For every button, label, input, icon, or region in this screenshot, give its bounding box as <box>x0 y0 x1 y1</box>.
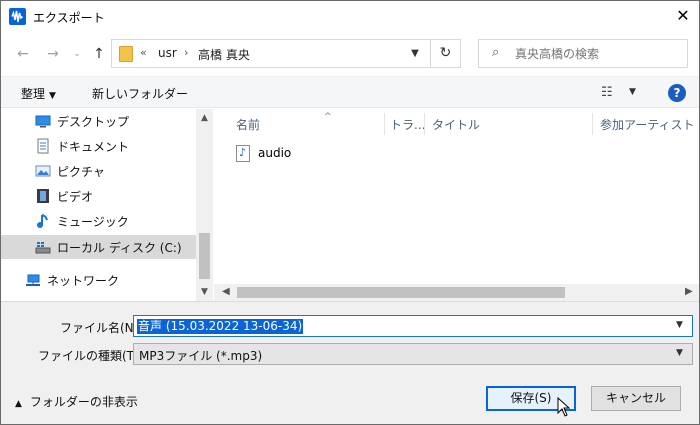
mouse-pointer-icon <box>557 396 571 417</box>
folder-icon <box>119 46 133 62</box>
scroll-up-arrow-icon[interactable]: ▲ <box>196 113 213 123</box>
forward-button[interactable]: → <box>43 43 63 65</box>
search-input[interactable] <box>515 44 680 63</box>
nav-item-desktop[interactable]: デスクトップ <box>1 109 196 133</box>
app-waveform-icon <box>9 8 26 25</box>
nav-pane-scrollbar[interactable]: ▲ ▼ <box>196 109 213 301</box>
document-icon <box>35 138 51 154</box>
file-list-horizontal-scrollbar[interactable]: ◀ ▶ <box>214 284 699 301</box>
pictures-icon <box>35 163 51 179</box>
search-icon: ⌕ <box>492 45 500 60</box>
cancel-button[interactable]: キャンセル <box>591 386 681 411</box>
window-title: エクスポート <box>33 11 105 25</box>
file-list: ^ 名前 トラ... タイトル 参加アーティスト ♪ audio <box>214 109 699 301</box>
close-button[interactable]: ✕ <box>673 6 693 26</box>
sort-ascending-icon: ^ <box>324 112 332 122</box>
breadcrumb-separator: › <box>184 46 189 59</box>
filetype-dropdown-chevron-icon[interactable]: ▼ <box>676 348 683 358</box>
export-dialog: エクスポート ✕ ← → ⌄ ↑ « usr › 高橋 真央 ▼ ↻ ⌕ 整理▼… <box>0 0 700 425</box>
filetype-value: MP3ファイル (*.mp3) <box>139 349 263 363</box>
nav-item-documents[interactable]: ドキュメント <box>1 134 196 158</box>
audio-file-icon: ♪ <box>236 145 250 162</box>
caret-down-icon: ▼ <box>49 91 56 101</box>
up-button[interactable]: ↑ <box>89 43 109 65</box>
breadcrumb-overflow[interactable]: « <box>140 46 147 59</box>
column-header-contributing-artists[interactable]: 参加アーティスト <box>600 116 695 133</box>
title-bar: エクスポート ✕ <box>1 1 699 32</box>
nav-item-pictures[interactable]: ピクチャ <box>1 159 196 183</box>
scroll-down-arrow-icon[interactable]: ▼ <box>196 287 213 297</box>
nav-item-label: ネットワーク <box>47 274 120 288</box>
hide-folders-toggle[interactable]: ▲ フォルダーの非表示 <box>15 393 138 410</box>
column-divider[interactable] <box>424 113 425 135</box>
column-divider[interactable] <box>384 113 385 135</box>
nav-item-label: デスクトップ <box>57 115 130 129</box>
breadcrumb-current-folder[interactable]: 高橋 真央 <box>198 46 250 63</box>
nav-item-videos[interactable]: ビデオ <box>1 184 196 208</box>
video-icon <box>35 188 51 204</box>
address-bar[interactable]: « usr › 高橋 真央 ▼ ↻ <box>111 39 461 68</box>
column-divider[interactable] <box>592 113 593 135</box>
chevron-up-icon: ▲ <box>15 399 22 409</box>
back-button[interactable]: ← <box>13 43 33 65</box>
filetype-label: ファイルの種類(T): <box>38 349 143 363</box>
organize-button[interactable]: 整理 ▼ <box>21 85 56 102</box>
nav-item-local-disk[interactable]: ローカル ディスク (C:) <box>1 235 196 259</box>
command-bar: 整理 ▼ 新しいフォルダー ☷ ▼ ? <box>1 76 699 108</box>
filename-label: ファイル名(N): <box>60 321 143 335</box>
nav-item-music[interactable]: ミュージック <box>1 209 196 233</box>
desktop-icon <box>35 113 51 129</box>
scroll-left-arrow-icon[interactable]: ◀ <box>222 286 230 297</box>
column-header-track[interactable]: トラ... <box>390 116 425 133</box>
scrollbar-thumb[interactable] <box>199 233 210 279</box>
drive-icon <box>35 239 51 255</box>
nav-item-label: ミュージック <box>57 215 129 229</box>
search-box[interactable]: ⌕ <box>478 39 688 68</box>
view-options-icon[interactable]: ☷ <box>601 85 613 100</box>
refresh-button[interactable]: ↻ <box>430 40 460 67</box>
filename-dropdown-chevron-icon[interactable]: ▼ <box>676 320 683 330</box>
address-dropdown-chevron-icon[interactable]: ▼ <box>402 40 428 67</box>
filename-input[interactable]: 音声 (15.03.2022 13-06-34) ▼ <box>133 315 693 337</box>
nav-item-network[interactable]: ネットワーク <box>0 268 186 292</box>
organize-label: 整理 <box>21 87 46 101</box>
music-icon <box>35 213 51 229</box>
nav-item-label: ピクチャ <box>57 165 105 179</box>
column-header-title[interactable]: タイトル <box>432 116 480 133</box>
new-folder-button[interactable]: 新しいフォルダー <box>92 85 188 102</box>
nav-item-label: ビデオ <box>57 190 94 204</box>
filename-value[interactable]: 音声 (15.03.2022 13-06-34) <box>137 319 304 334</box>
scroll-right-arrow-icon[interactable]: ▶ <box>685 286 693 297</box>
column-header-name[interactable]: ^ 名前 <box>236 112 332 133</box>
save-options-panel: ファイル名(N): 音声 (15.03.2022 13-06-34) ▼ ファイ… <box>1 301 699 424</box>
nav-item-label: ローカル ディスク (C:) <box>57 241 182 255</box>
recent-locations-button[interactable]: ⌄ <box>67 43 87 65</box>
nav-item-label: ドキュメント <box>57 140 130 154</box>
horizontal-scrollbar-thumb[interactable] <box>237 287 565 298</box>
filetype-select[interactable]: MP3ファイル (*.mp3) ▼ <box>133 343 693 365</box>
view-caret-down-icon[interactable]: ▼ <box>629 87 636 97</box>
help-button[interactable]: ? <box>668 84 686 102</box>
hide-folders-label: フォルダーの非表示 <box>29 395 138 409</box>
file-name: audio <box>258 146 292 160</box>
network-icon <box>25 272 41 288</box>
breadcrumb-usr[interactable]: usr <box>158 46 177 60</box>
navigation-pane: デスクトップ ドキュメント ピクチャ ビデオ ミュージック ローカル ディスク … <box>1 109 214 301</box>
